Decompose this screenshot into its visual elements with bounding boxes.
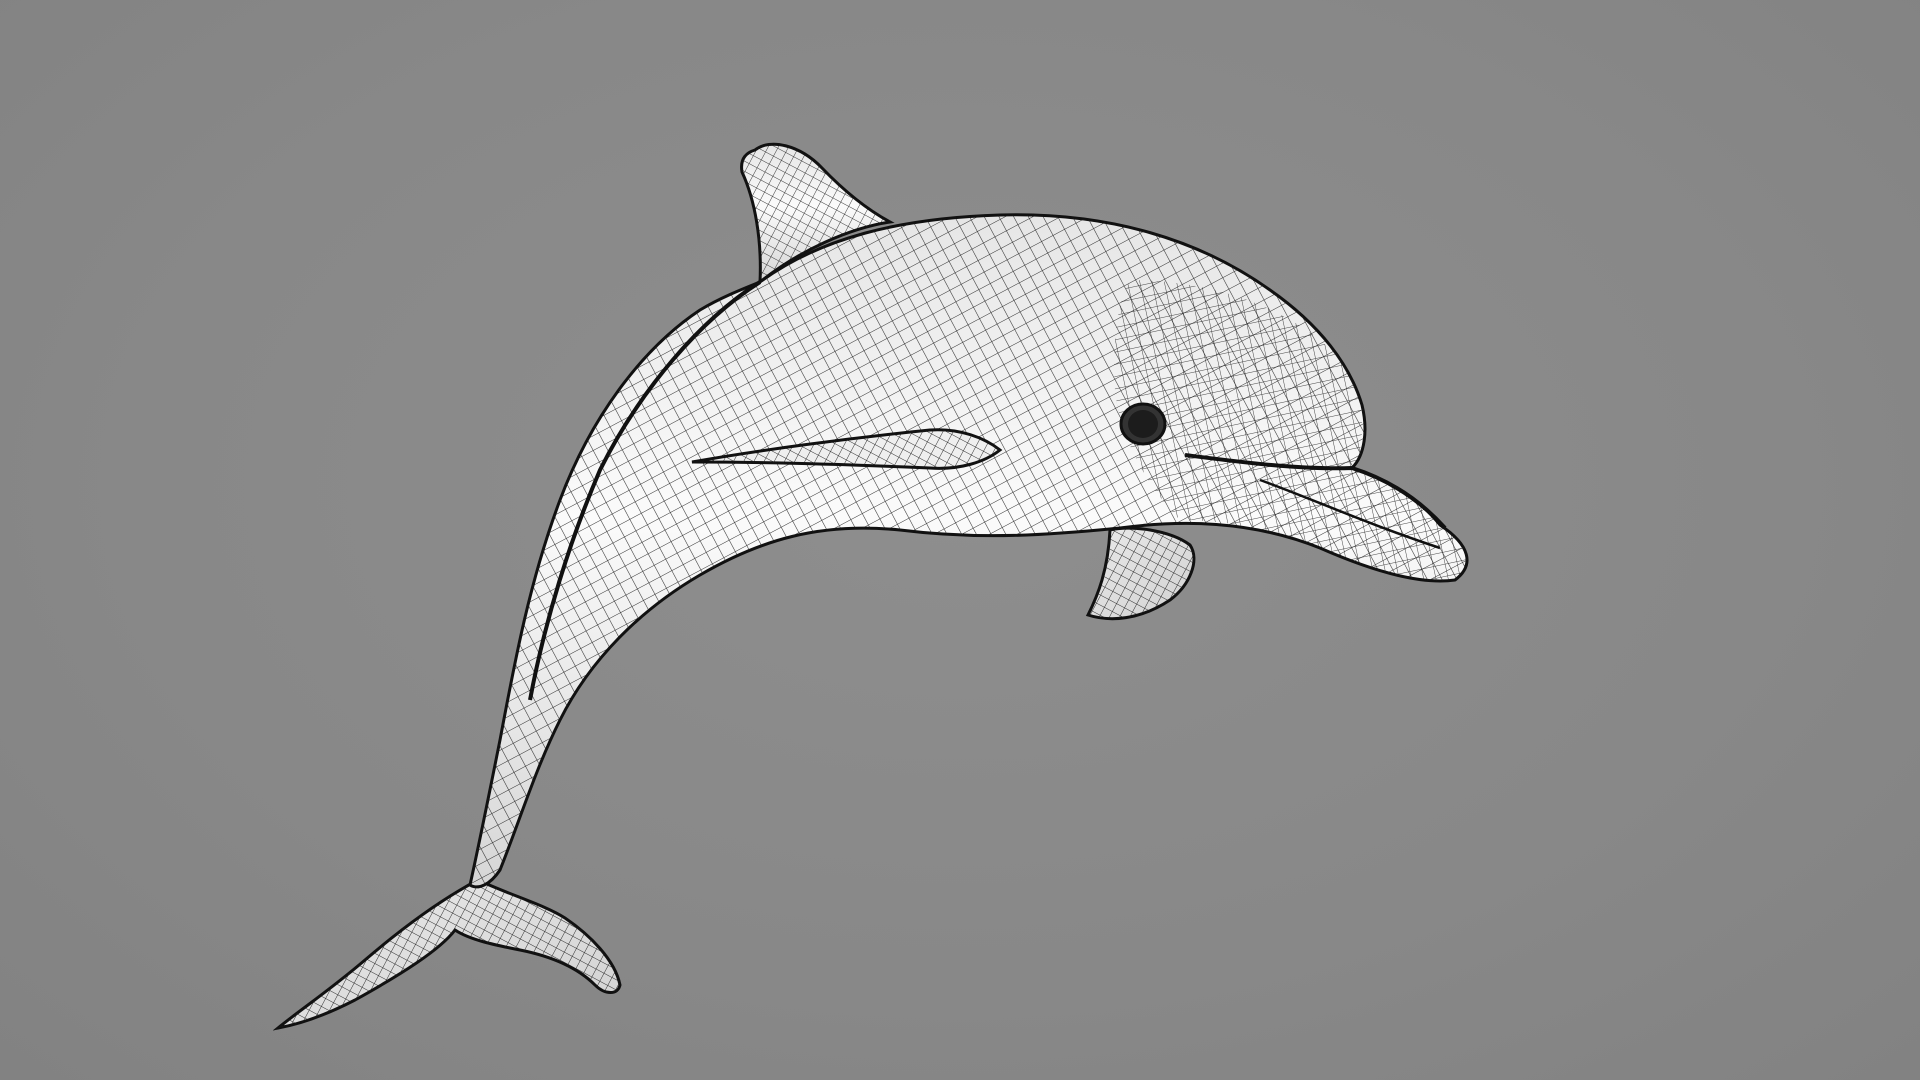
dolphin-wireframe-model[interactable]: [0, 0, 1920, 1080]
tail-flukes: [272, 878, 622, 1031]
dolphin-body: [468, 213, 1469, 889]
pectoral-fin: [1085, 526, 1196, 621]
3d-viewport[interactable]: [0, 0, 1920, 1080]
eye-icon: [1119, 402, 1167, 446]
